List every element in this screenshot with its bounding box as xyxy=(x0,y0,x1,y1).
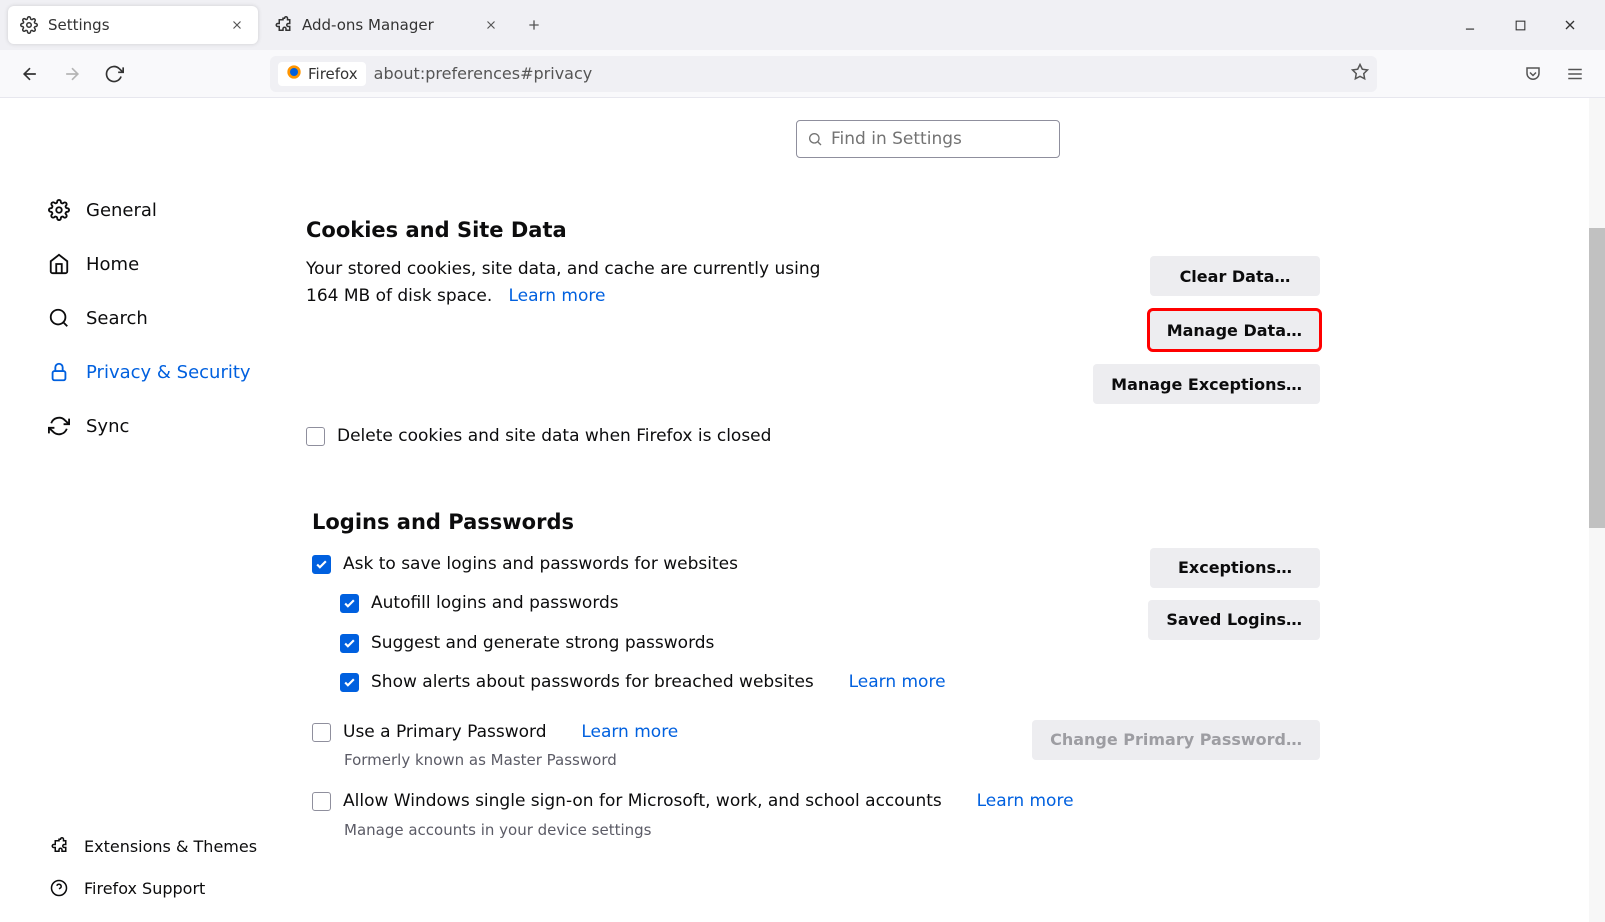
scrollbar-thumb[interactable] xyxy=(1589,228,1605,528)
sidebar-item-label: Search xyxy=(86,308,148,329)
learn-more-link[interactable]: Learn more xyxy=(509,286,606,306)
learn-more-link[interactable]: Learn more xyxy=(977,789,1074,815)
breach-alerts-checkbox[interactable]: Show alerts about passwords for breached… xyxy=(340,670,1148,696)
identity-label: Firefox xyxy=(308,65,358,83)
sidebar-item-search[interactable]: Search xyxy=(48,301,300,335)
sidebar-item-label: Extensions & Themes xyxy=(84,837,257,856)
learn-more-link[interactable]: Learn more xyxy=(849,670,946,696)
clear-data-button[interactable]: Clear Data… xyxy=(1150,256,1320,296)
checkbox-icon xyxy=(340,634,359,653)
tab-settings[interactable]: Settings xyxy=(8,6,258,44)
sidebar-item-home[interactable]: Home xyxy=(48,247,300,281)
checkbox-label: Suggest and generate strong passwords xyxy=(371,631,714,657)
puzzle-icon xyxy=(48,835,70,857)
reload-button[interactable] xyxy=(98,58,130,90)
checkbox-label: Show alerts about passwords for breached… xyxy=(371,670,814,696)
close-window-button[interactable] xyxy=(1559,14,1581,36)
ask-save-logins-checkbox[interactable]: Ask to save logins and passwords for web… xyxy=(312,552,1148,578)
sidebar-item-privacy[interactable]: Privacy & Security xyxy=(48,355,300,389)
new-tab-button[interactable] xyxy=(516,7,552,43)
checkbox-icon xyxy=(340,673,359,692)
sidebar-item-label: Firefox Support xyxy=(84,879,205,898)
logins-section: Logins and Passwords Ask to save logins … xyxy=(312,510,1320,839)
sidebar-item-label: Privacy & Security xyxy=(86,362,251,383)
sidebar-item-label: Home xyxy=(86,254,139,275)
settings-content: Find in Settings Cookies and Site Data Y… xyxy=(300,98,1360,922)
checkbox-label: Allow Windows single sign-on for Microso… xyxy=(343,789,942,815)
help-icon xyxy=(48,877,70,899)
change-primary-password-button[interactable]: Change Primary Password… xyxy=(1032,720,1320,760)
lock-icon xyxy=(48,361,70,383)
tab-addons[interactable]: Add-ons Manager xyxy=(262,6,512,44)
tab-strip: Settings Add-ons Manager xyxy=(0,0,1605,50)
windows-sso-checkbox[interactable]: Allow Windows single sign-on for Microso… xyxy=(312,789,1320,815)
firefox-icon xyxy=(286,64,302,84)
gear-icon xyxy=(48,199,70,221)
settings-sidebar: General Home Search Privacy & Security S… xyxy=(0,98,300,922)
checkbox-icon xyxy=(312,723,331,742)
checkbox-label: Ask to save logins and passwords for web… xyxy=(343,552,738,578)
checkbox-icon xyxy=(306,427,325,446)
maximize-button[interactable] xyxy=(1509,14,1531,36)
search-icon xyxy=(807,131,823,147)
app-menu-icon[interactable] xyxy=(1559,58,1591,90)
checkbox-icon xyxy=(340,594,359,613)
tab-label: Add-ons Manager xyxy=(302,16,434,34)
checkbox-label: Delete cookies and site data when Firefo… xyxy=(337,424,771,450)
checkbox-icon xyxy=(312,555,331,574)
autofill-checkbox[interactable]: Autofill logins and passwords xyxy=(340,591,1148,617)
nav-toolbar: Firefox about:preferences#privacy xyxy=(0,50,1605,98)
vertical-scrollbar[interactable] xyxy=(1589,98,1605,922)
gear-icon xyxy=(20,16,38,34)
manage-data-button[interactable]: Manage Data… xyxy=(1149,310,1320,350)
checkbox-label: Autofill logins and passwords xyxy=(371,591,619,617)
sidebar-item-support[interactable]: Firefox Support xyxy=(48,874,257,902)
tab-label: Settings xyxy=(48,16,110,34)
sidebar-footer: Extensions & Themes Firefox Support xyxy=(48,832,257,902)
close-icon[interactable] xyxy=(228,16,246,34)
sync-icon xyxy=(48,415,70,437)
manage-exceptions-button[interactable]: Manage Exceptions… xyxy=(1093,364,1320,404)
url-text: about:preferences#privacy xyxy=(374,64,593,83)
pocket-icon[interactable] xyxy=(1517,58,1549,90)
search-placeholder: Find in Settings xyxy=(831,129,962,149)
primary-password-note: Formerly known as Master Password xyxy=(344,751,1032,769)
section-heading: Cookies and Site Data xyxy=(306,218,1320,242)
bookmark-star-icon[interactable] xyxy=(1351,63,1369,85)
primary-password-checkbox[interactable]: Use a Primary Password Learn more xyxy=(312,720,1032,746)
close-icon[interactable] xyxy=(482,16,500,34)
sidebar-item-label: Sync xyxy=(86,416,129,437)
sso-note: Manage accounts in your device settings xyxy=(344,821,1320,839)
sidebar-item-general[interactable]: General xyxy=(48,193,300,227)
window-controls xyxy=(1459,14,1597,36)
url-bar[interactable]: Firefox about:preferences#privacy xyxy=(270,56,1377,92)
sidebar-item-extensions[interactable]: Extensions & Themes xyxy=(48,832,257,860)
sidebar-item-sync[interactable]: Sync xyxy=(48,409,300,443)
learn-more-link[interactable]: Learn more xyxy=(581,720,678,746)
minimize-button[interactable] xyxy=(1459,14,1481,36)
identity-pill[interactable]: Firefox xyxy=(278,62,366,86)
settings-search-input[interactable]: Find in Settings xyxy=(796,120,1060,158)
sidebar-item-label: General xyxy=(86,200,157,221)
delete-cookies-checkbox[interactable]: Delete cookies and site data when Firefo… xyxy=(306,424,1320,450)
login-exceptions-button[interactable]: Exceptions… xyxy=(1150,548,1320,588)
home-icon xyxy=(48,253,70,275)
section-heading: Logins and Passwords xyxy=(312,510,1320,534)
cookies-description: Your stored cookies, site data, and cach… xyxy=(306,256,846,310)
checkbox-label: Use a Primary Password xyxy=(343,720,547,746)
page: General Home Search Privacy & Security S… xyxy=(0,98,1605,922)
saved-logins-button[interactable]: Saved Logins… xyxy=(1148,600,1320,640)
suggest-passwords-checkbox[interactable]: Suggest and generate strong passwords xyxy=(340,631,1148,657)
puzzle-icon xyxy=(274,16,292,34)
cookies-section: Cookies and Site Data Your stored cookie… xyxy=(306,218,1320,450)
checkbox-icon xyxy=(312,792,331,811)
search-icon xyxy=(48,307,70,329)
forward-button[interactable] xyxy=(56,58,88,90)
back-button[interactable] xyxy=(14,58,46,90)
